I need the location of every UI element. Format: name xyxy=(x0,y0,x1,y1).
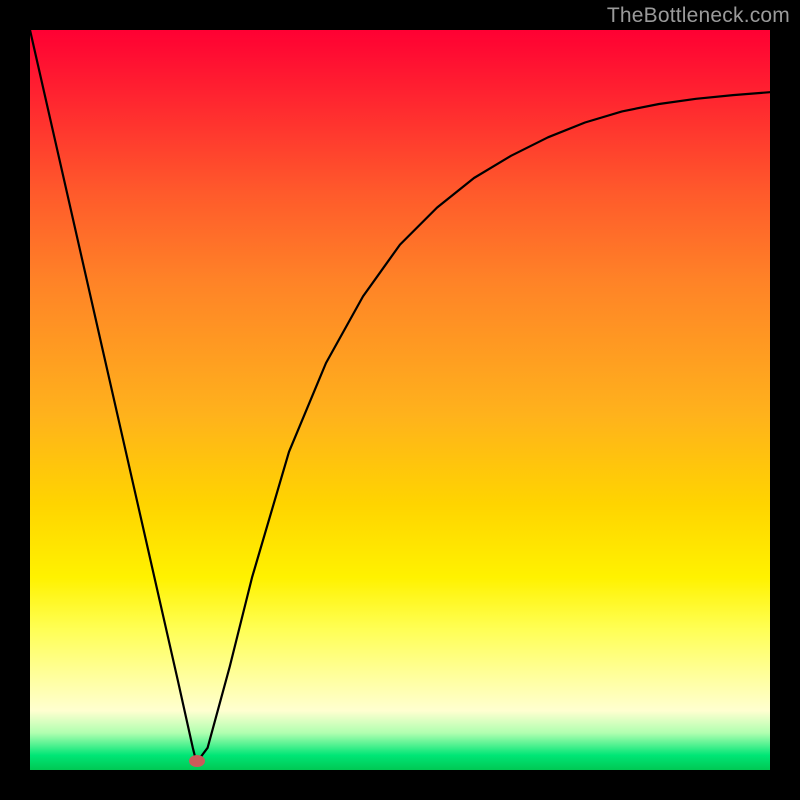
chart-frame: TheBottleneck.com xyxy=(0,0,800,800)
watermark-text: TheBottleneck.com xyxy=(607,4,790,28)
min-point-marker xyxy=(189,755,205,767)
plot-area xyxy=(30,30,770,770)
bottleneck-curve xyxy=(30,30,770,763)
chart-svg xyxy=(30,30,770,770)
